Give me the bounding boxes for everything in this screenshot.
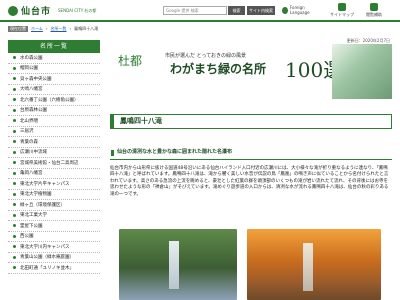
- search-button[interactable]: 検索: [228, 6, 245, 15]
- sidebar-item[interactable]: 東北大学川内キャンパス: [8, 242, 100, 253]
- sidebar-item[interactable]: 東北大学植物園: [8, 190, 100, 200]
- sidebar-item[interactable]: 貝ヶ森中央公園: [8, 74, 100, 85]
- page-title: 鳳鳴四十八滝: [110, 114, 392, 129]
- sidebar: 名所一覧 水の森公園 榴岡公園 貝ヶ森中央公園 大崎八幡宮 北六番丁公園（六樹角…: [8, 40, 100, 274]
- sidebar-item[interactable]: 緑ヶ丘（環境保護区）: [8, 200, 100, 211]
- waterfall-photo-summer: [119, 229, 237, 300]
- breadcrumb-sep: ›: [45, 26, 48, 31]
- breadcrumb-sep: ›: [69, 26, 72, 31]
- waterfall-photo-autumn: [247, 229, 381, 300]
- city-name: 仙台市: [21, 7, 52, 17]
- search-input[interactable]: Google 提供 検索: [163, 6, 227, 15]
- sidebar-item[interactable]: 西公園: [8, 232, 100, 242]
- language-selector[interactable]: Foreign Language: [282, 4, 320, 16]
- sidebar-item[interactable]: 北田町通「ユリノキ並木」: [8, 263, 100, 274]
- breadcrumb-home[interactable]: ホーム: [31, 26, 43, 32]
- banner: 杜都 市民が選んだ とっておきの緑の風景 わがまち緑の名所 100選: [110, 44, 392, 99]
- page-body-text: 仙台市内から山形県に抜ける国道48号沿いにある仙台ハイランド入口付近の広瀬川には…: [110, 166, 389, 197]
- breadcrumb: 現在位置 ホーム › 名所一覧 › 鳳鳴四十八滝: [0, 24, 400, 33]
- sitemap-link[interactable]: サイトマップ: [330, 3, 354, 18]
- sidebar-item[interactable]: 三居沢: [8, 127, 100, 137]
- page-subheading: 仙台の清冽な水と豊かな森に囲まれた隠れた名瀑布: [110, 147, 392, 160]
- sidebar-item[interactable]: 北山界隈: [8, 116, 100, 127]
- breadcrumb-list[interactable]: 名所一覧: [51, 26, 67, 32]
- banner-title: わがまち緑の名所: [170, 62, 267, 76]
- city-logo[interactable]: 仙台市 SENDAI CITY 杜の都: [8, 4, 96, 17]
- city-emblem-icon: [8, 5, 18, 16]
- sidebar-item[interactable]: 大崎八幡宮: [8, 85, 100, 95]
- banner-waterfall-image: [332, 44, 392, 99]
- language-label: Foreign Language: [289, 5, 310, 15]
- accessibility-label: 閲覧補助: [366, 12, 382, 17]
- sidebar-item[interactable]: 亀岡八幡宮: [8, 169, 100, 179]
- sidebar-title: 名所一覧: [8, 40, 100, 53]
- globe-icon: [282, 6, 288, 14]
- accessibility-link[interactable]: 閲覧補助: [366, 3, 382, 18]
- banner-subtitle: 市民が選んだ とっておきの緑の風景: [165, 53, 247, 59]
- sitemap-label: サイトマップ: [330, 12, 354, 17]
- sidebar-item[interactable]: 北六番丁公園（六樹角公園）: [8, 95, 100, 106]
- accessibility-icon: [370, 3, 378, 11]
- sidebar-item[interactable]: 宮城県美術館・仙台二高周辺: [8, 158, 100, 169]
- sidebar-item[interactable]: 東北工業大学: [8, 211, 100, 221]
- sitemap-icon: [338, 3, 346, 11]
- banner-logo: 杜都: [118, 54, 143, 68]
- sidebar-item[interactable]: 広瀬川中流域: [8, 148, 100, 158]
- breadcrumb-current: 鳳鳴四十八滝: [74, 25, 99, 31]
- sidebar-item[interactable]: 東北大学片平キャンパス: [8, 179, 100, 190]
- site-header: 仙台市 SENDAI CITY 杜の都 Google 提供 検索 検索 サイト内…: [0, 0, 400, 22]
- sidebar-item[interactable]: 榴岡公園: [8, 64, 100, 74]
- sidebar-item[interactable]: 水の森公園: [8, 53, 100, 64]
- sidebar-item[interactable]: 青葉山公園（緑水庵庭園）: [8, 253, 100, 263]
- breadcrumb-tag: 現在位置: [8, 25, 28, 32]
- sidebar-item[interactable]: 霊屋下公園: [8, 221, 100, 232]
- sidebar-item[interactable]: 青葉の森: [8, 137, 100, 148]
- sidebar-item[interactable]: 台原森林公園: [8, 106, 100, 116]
- site-search-button[interactable]: サイト内検索: [247, 6, 275, 15]
- city-subtitle: SENDAI CITY 杜の都: [58, 8, 97, 13]
